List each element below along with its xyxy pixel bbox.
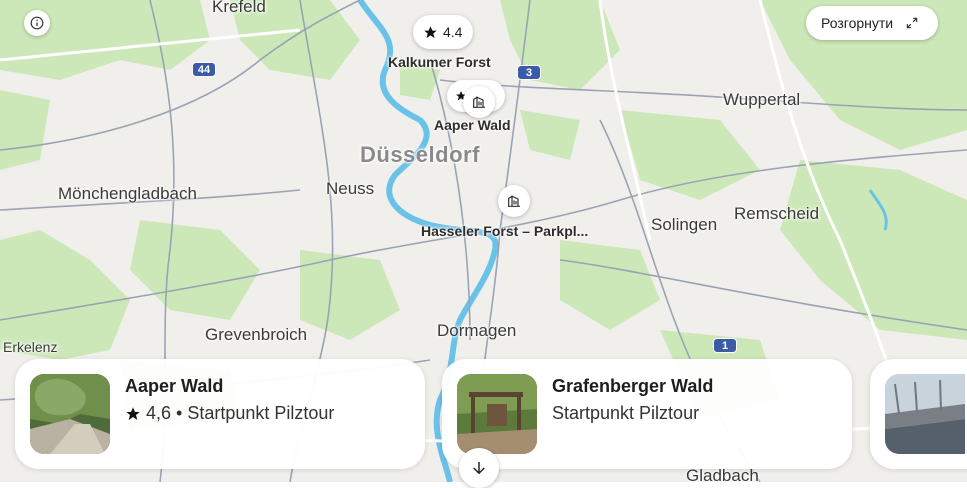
- expand-icon: [906, 17, 918, 29]
- city-label-duesseldorf: Düsseldorf: [360, 142, 480, 167]
- building-icon: [473, 96, 485, 108]
- place-card-category: • Startpunkt Pilztour: [176, 403, 335, 423]
- city-label-neuss: Neuss: [326, 179, 375, 198]
- place-card-subtitle: 4,6 • Startpunkt Pilztour: [125, 403, 334, 424]
- place-card-partial[interactable]: [870, 359, 967, 469]
- city-label-remscheid: Remscheid: [734, 204, 820, 223]
- place-card-title: Grafenberger Wald: [552, 376, 714, 396]
- place-thumbnail: [885, 374, 965, 454]
- scroll-down-button[interactable]: [459, 448, 499, 488]
- star-icon: [126, 406, 140, 420]
- poi-rating: 4.4: [443, 24, 463, 40]
- place-card-grafenberger-wald[interactable]: Grafenberger Wald Startpunkt Pilztour: [442, 359, 852, 469]
- highway-shield-a44: 44: [192, 62, 216, 77]
- place-thumbnail: [457, 374, 537, 454]
- city-label-wuppertal: Wuppertal: [723, 90, 801, 109]
- city-label-moenchengladbach: Mönchengladbach: [58, 184, 197, 203]
- place-card-rating: 4,6: [146, 403, 172, 423]
- expand-label: Розгорнути: [821, 15, 894, 31]
- city-label-erkelenz: Erkelenz: [3, 339, 58, 355]
- city-label-grevenbroich: Grevenbroich: [205, 325, 308, 344]
- place-thumbnail: [30, 374, 110, 454]
- poi-label-kalkumer-forst[interactable]: Kalkumer Forst: [388, 54, 491, 70]
- city-label-solingen: Solingen: [651, 215, 718, 234]
- arrow-down-icon: [473, 462, 485, 475]
- city-label-dormagen: Dormagen: [437, 321, 517, 340]
- city-label-gladbach: Gladbach: [686, 466, 759, 485]
- highway-shield-a1: 1: [713, 338, 737, 353]
- poi-marker-aaper-wald[interactable]: [463, 86, 495, 118]
- star-icon: [424, 25, 437, 38]
- poi-marker-hasseler-forst[interactable]: [498, 185, 530, 217]
- highway-shield-a3: 3: [517, 65, 541, 80]
- building-icon: [508, 195, 520, 207]
- place-card-title: Aaper Wald: [125, 376, 224, 396]
- poi-label-aaper-wald[interactable]: Aaper Wald: [434, 117, 511, 133]
- expand-map-button[interactable]: Розгорнути: [806, 6, 938, 40]
- info-icon: [30, 16, 44, 30]
- poi-label-hasseler-forst[interactable]: Hasseler Forst – Parkpl...: [421, 223, 588, 239]
- place-card-aaper-wald[interactable]: Aaper Wald 4,6 • Startpunkt Pilztour: [15, 359, 425, 469]
- poi-marker-kalkumer-forst[interactable]: 4.4: [413, 15, 473, 49]
- place-card-category: Startpunkt Pilztour: [552, 403, 700, 423]
- city-label-krefeld: Krefeld: [212, 0, 266, 16]
- info-button[interactable]: [24, 10, 50, 36]
